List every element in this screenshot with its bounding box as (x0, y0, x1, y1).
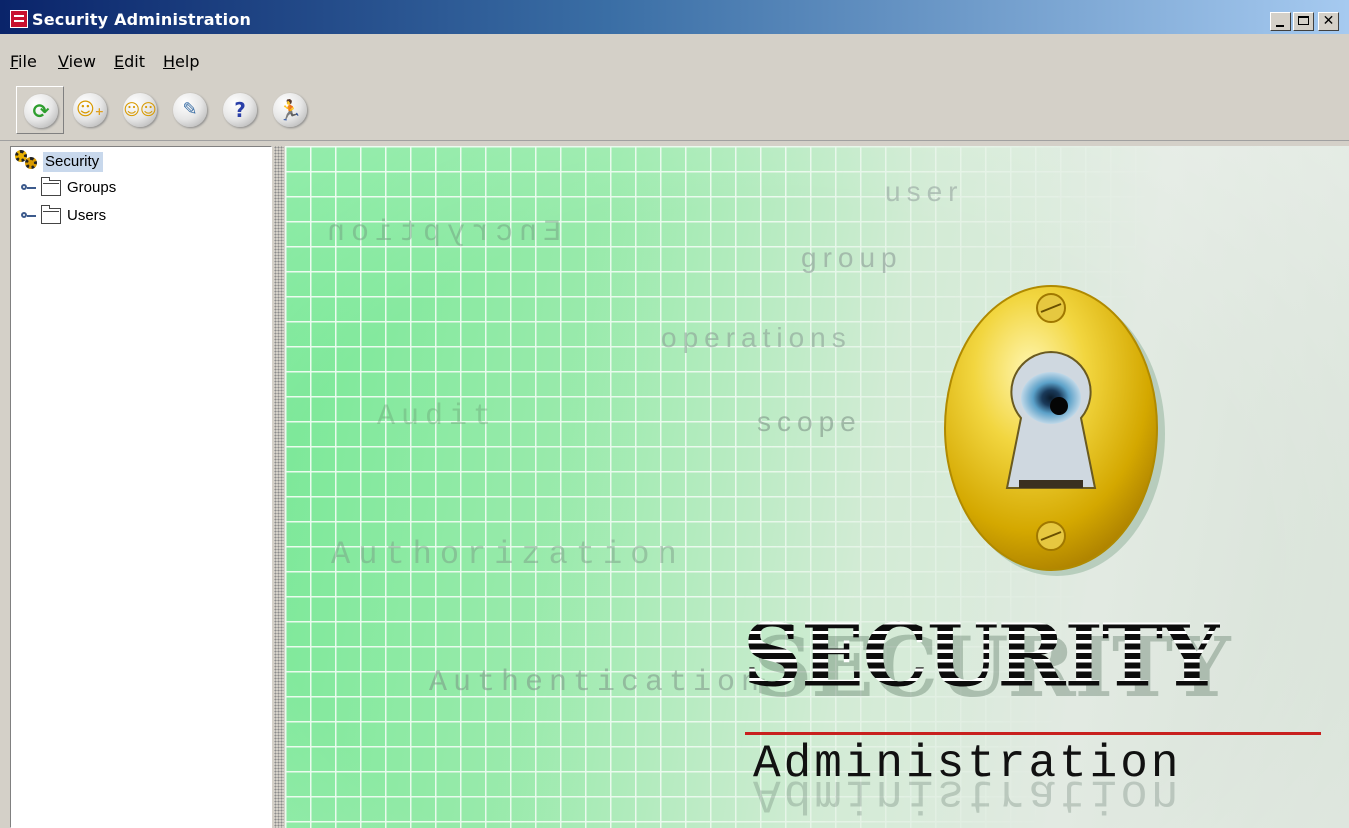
splash-word-authorization: Authorization (331, 536, 685, 573)
add-user-icon: ☺+ (76, 99, 104, 120)
add-group-button[interactable]: ☺☺ (116, 86, 164, 134)
menu-help[interactable]: Help (163, 52, 199, 71)
logo-subtitle: Administration (753, 738, 1182, 790)
splash-word-operations: operations (661, 322, 852, 353)
folder-icon (41, 205, 61, 224)
expand-handle-icon[interactable] (21, 183, 37, 193)
menu-view[interactable]: View (58, 52, 96, 71)
add-user-button[interactable]: ☺+ (66, 86, 114, 134)
edit-icon: ✎ (182, 99, 198, 120)
edit-button[interactable]: ✎ (166, 86, 214, 134)
add-group-icon: ☺☺ (123, 100, 157, 119)
splash-word-group: group (801, 242, 903, 273)
title-bar: Security Administration ✕ (0, 0, 1349, 38)
panel-splitter[interactable] (274, 146, 284, 828)
splash-panel: user Encryption group operations Audit s… (285, 146, 1349, 828)
folder-icon (41, 177, 61, 196)
splash-word-audit: Audit (377, 400, 498, 434)
toolbar: ⟳ ☺+ ☺☺ ✎ ? 🏃 (0, 82, 1349, 141)
minimize-button[interactable] (1270, 12, 1291, 31)
tree-node-label: Users (67, 207, 107, 224)
help-icon: ? (234, 98, 246, 122)
splash-word-scope: scope (757, 406, 862, 437)
menu-bar: File View Edit Help (0, 44, 1349, 74)
refresh-button[interactable]: ⟳ (16, 86, 64, 134)
help-button[interactable]: ? (216, 86, 264, 134)
security-tree[interactable]: Security Groups Users (10, 146, 272, 828)
splash-word-user: user (885, 176, 964, 207)
splash-word-encryption: Encryption (321, 216, 562, 250)
tree-node-label: Groups (67, 179, 117, 196)
refresh-icon: ⟳ (32, 99, 50, 123)
app-icon[interactable] (10, 10, 28, 28)
exit-icon: 🏃 (277, 98, 303, 122)
keyhole-lock-icon (944, 285, 1165, 576)
menu-edit[interactable]: Edit (114, 52, 145, 71)
close-button[interactable]: ✕ (1318, 12, 1339, 31)
menu-file[interactable]: File (10, 52, 37, 71)
expand-handle-icon[interactable] (21, 211, 37, 221)
splash-word-authentication: Authentication (429, 666, 766, 700)
logo-divider (745, 732, 1321, 735)
exit-button[interactable]: 🏃 (266, 86, 314, 134)
maximize-button[interactable] (1293, 12, 1314, 31)
window-title: Security Administration (32, 10, 252, 29)
logo-title: SECURITY (743, 605, 1221, 707)
tree-root-label: Security (43, 152, 104, 172)
gears-icon (15, 150, 41, 172)
